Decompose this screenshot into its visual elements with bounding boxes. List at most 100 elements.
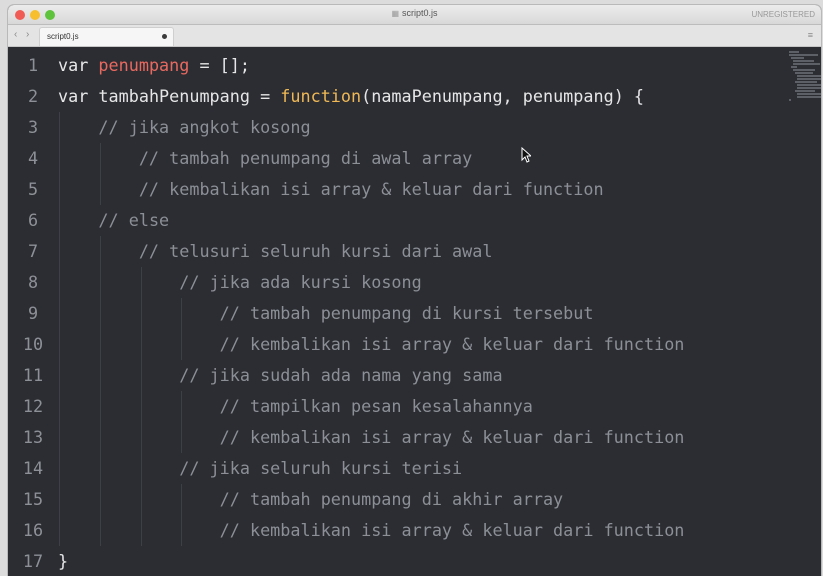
code-token: // jika sudah ada nama yang sama (179, 365, 503, 385)
code-token: // telusuri seluruh kursi dari awal (138, 241, 493, 261)
code-token: // else (98, 210, 170, 230)
code-text: // kembalikan isi array & keluar dari fu… (58, 174, 604, 205)
code-text: // tambah penumpang di akhir array (58, 484, 564, 515)
code-line[interactable]: 9 // tambah penumpang di kursi tersebut (8, 298, 768, 329)
code-line[interactable]: 5 // kembalikan isi array & keluar dari … (8, 174, 768, 205)
minimap-line (789, 54, 818, 56)
code-token: // tambah penumpang di kursi tersebut (219, 303, 594, 323)
minimap-line (791, 57, 804, 59)
code-token: (namaPenumpang, penumpang) { (361, 86, 644, 106)
mouse-pointer-icon (521, 147, 531, 163)
code-token: } (58, 551, 69, 571)
line-number: 14 (22, 458, 44, 478)
code-token: // jika ada kursi kosong (179, 272, 422, 292)
line-number: 12 (22, 396, 44, 416)
window-title-text: script0.js (402, 8, 438, 18)
chevron-right-icon[interactable]: › (26, 29, 29, 40)
code-editor[interactable]: 1 var penumpang = []; 2 var tambahPenumpang… (8, 47, 821, 576)
line-number: 15 (22, 489, 44, 509)
line-number: 17 (22, 551, 44, 571)
minimap-line (797, 93, 821, 95)
minimap-line (795, 81, 817, 83)
code-text: // tambah penumpang di kursi tersebut (58, 298, 594, 329)
code-token: penumpang (98, 55, 190, 75)
minimap-line (793, 60, 814, 62)
code-line[interactable]: 8 // jika ada kursi kosong (8, 267, 768, 298)
code-text: var penumpang = []; (58, 50, 250, 81)
code-text: // kembalikan isi array & keluar dari fu… (58, 329, 685, 360)
code-text: // kembalikan isi array & keluar dari fu… (58, 422, 685, 453)
code-line[interactable]: 6 // else (8, 205, 768, 236)
line-number: 8 (27, 272, 39, 292)
code-token: // kembalikan isi array & keluar dari fu… (219, 427, 685, 447)
code-line[interactable]: 16 // kembalikan isi array & keluar dari… (8, 515, 768, 546)
line-number: 3 (27, 117, 39, 137)
code-token: var (58, 55, 99, 75)
code-line[interactable]: 1 var penumpang = []; (8, 50, 768, 81)
code-text: // kembalikan isi array & keluar dari fu… (58, 515, 685, 546)
tab-bar: ‹ › script0.js ≡ (8, 25, 821, 47)
code-text: var tambahPenumpang = function(namaPenum… (58, 81, 644, 112)
code-line[interactable]: 15 // tambah penumpang di akhir array (8, 484, 768, 515)
code-token: // kembalikan isi array & keluar dari fu… (219, 520, 685, 540)
minimap-line (791, 66, 797, 68)
line-number: 7 (27, 241, 39, 261)
license-status: UNREGISTERED (751, 10, 815, 19)
minimap-line (797, 96, 821, 98)
minimap-line (797, 75, 821, 77)
code-line[interactable]: 3 // jika angkot kosong (8, 112, 768, 143)
title-bar: ▦ script0.js UNREGISTERED (8, 5, 821, 25)
line-number: 16 (22, 520, 44, 540)
code-text: // jika seluruh kursi terisi (58, 453, 462, 484)
minimap-line (797, 78, 821, 80)
minimap-line (795, 72, 813, 74)
menu-icon[interactable]: ≡ (808, 30, 813, 40)
minimap-line (793, 69, 815, 71)
code-text: // jika ada kursi kosong (58, 267, 422, 298)
code-text: // tampilkan pesan kesalahannya (58, 391, 533, 422)
code-token: // tambah penumpang di akhir array (219, 489, 564, 509)
code-token: // jika angkot kosong (98, 117, 311, 137)
line-number: 2 (27, 86, 39, 106)
code-text: // jika sudah ada nama yang sama (58, 360, 503, 391)
code-line[interactable]: 4 // tambah penumpang di awal array (8, 143, 768, 174)
code-token: // tambah penumpang di awal array (138, 148, 473, 168)
minimap-line (797, 84, 821, 86)
minimap-line (789, 99, 791, 101)
code-token: = []; (189, 55, 250, 75)
code-line[interactable]: 13 // kembalikan isi array & keluar dari… (8, 422, 768, 453)
line-number: 13 (22, 427, 44, 447)
code-token: // kembalikan isi array & keluar dari fu… (138, 179, 604, 199)
code-line[interactable]: 10 // kembalikan isi array & keluar dari… (8, 329, 768, 360)
code-line[interactable]: 12 // tampilkan pesan kesalahannya (8, 391, 768, 422)
minimap-line (795, 90, 815, 92)
line-number: 1 (27, 55, 39, 75)
minimap-line (793, 63, 820, 65)
code-token: var (58, 86, 99, 106)
minimap[interactable] (787, 47, 821, 107)
file-icon: ▦ (391, 9, 400, 18)
code-text: // else (58, 205, 169, 236)
code-token: function (280, 86, 362, 106)
window-title: ▦ script0.js (8, 8, 821, 18)
minimap-line (797, 87, 821, 89)
code-token: // jika seluruh kursi terisi (179, 458, 463, 478)
chevron-left-icon[interactable]: ‹ (14, 29, 17, 40)
code-line[interactable]: 17} (8, 546, 768, 576)
line-number: 10 (22, 334, 44, 354)
line-number: 11 (22, 365, 44, 385)
tab-script0[interactable]: script0.js (39, 27, 174, 46)
minimap-line (789, 51, 799, 53)
code-line[interactable]: 2 var tambahPenumpang = function(namaPenu… (8, 81, 768, 112)
line-number: 5 (27, 179, 39, 199)
code-line[interactable]: 14 // jika seluruh kursi terisi (8, 453, 768, 484)
code-text: // telusuri seluruh kursi dari awal (58, 236, 493, 267)
line-number: 6 (27, 210, 39, 230)
code-token: tambahPenumpang = (98, 86, 281, 106)
tab-close-icon[interactable] (162, 34, 167, 39)
code-token: // kembalikan isi array & keluar dari fu… (219, 334, 685, 354)
code-line[interactable]: 11 // jika sudah ada nama yang sama (8, 360, 768, 391)
code-line[interactable]: 7 // telusuri seluruh kursi dari awal (8, 236, 768, 267)
tab-label: script0.js (47, 32, 79, 41)
code-text: // jika angkot kosong (58, 112, 311, 143)
